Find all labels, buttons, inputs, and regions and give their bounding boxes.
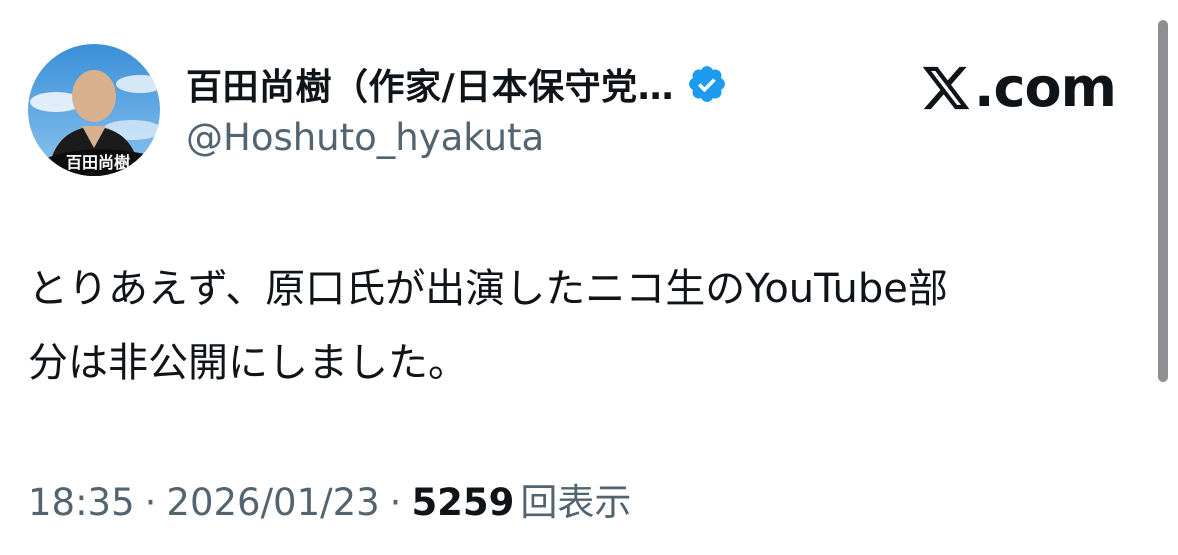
verified-badge-icon [686,63,728,105]
scrollbar[interactable] [1158,20,1168,382]
tweet-date[interactable]: 2026/01/23 [166,481,379,524]
meta-separator: · [389,481,402,524]
x-domain-text: .com [974,56,1117,119]
tweet-meta: 18:35 · 2026/01/23 · 5259 回表示 [28,472,631,526]
avatar[interactable]: 百田尚樹 [28,44,160,176]
tweet-text-line-1: とりあえず、原口氏が出演したニコ生のYouTube部 [28,266,948,312]
x-brand: .com [920,56,1117,120]
author-display-name[interactable]: 百田尚樹（作家/日本保守党… [186,58,674,110]
avatar-signature: 百田尚樹 [66,153,130,172]
meta-separator: · [144,481,157,524]
author-handle[interactable]: @Hoshuto_hyakuta [186,116,544,159]
x-logo-icon [922,66,970,110]
views-label: 回表示 [520,481,632,524]
tweet-time[interactable]: 18:35 [28,481,135,524]
author-name-row[interactable]: 百田尚樹（作家/日本保守党… [186,60,728,108]
tweet-text: とりあえず、原口氏が出演したニコ生のYouTube部 分は非公開にしました。 [28,252,1148,400]
views-count[interactable]: 5259 [411,481,514,524]
tweet-text-line-2: 分は非公開にしました。 [28,340,468,386]
